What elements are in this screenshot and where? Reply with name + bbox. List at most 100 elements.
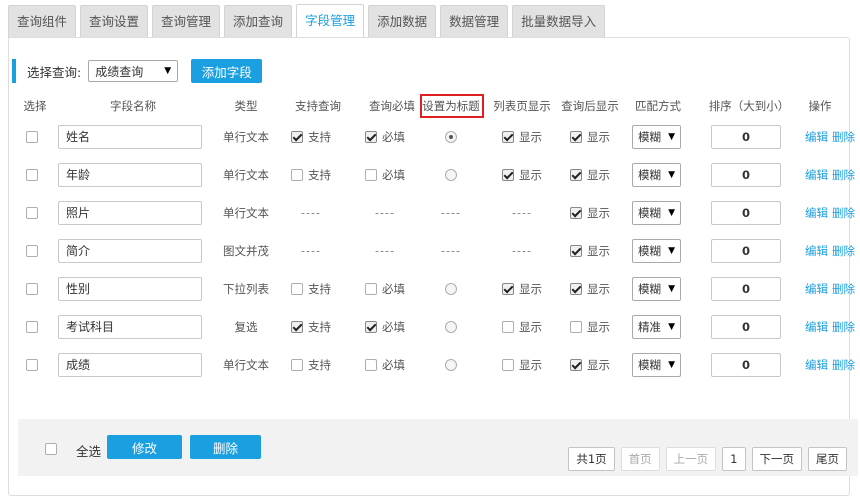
list-display-checkbox[interactable] [502, 359, 514, 371]
match-mode-select[interactable]: 模糊 ▼ [632, 201, 681, 225]
query-required-checkbox[interactable] [365, 283, 377, 295]
list-display-checkbox[interactable] [502, 283, 514, 295]
after-query-display-checkbox[interactable] [570, 131, 582, 143]
sort-order-input[interactable]: 0 [711, 239, 781, 263]
support-query-option[interactable]: 支持 [291, 319, 331, 335]
query-select[interactable]: 成绩查询 ▼ [88, 60, 179, 82]
support-query-checkbox[interactable] [291, 169, 303, 181]
delete-link[interactable]: 删除 [832, 167, 855, 183]
after-query-display-checkbox[interactable] [570, 245, 582, 257]
match-mode-select[interactable]: 精准 ▼ [632, 315, 681, 339]
delete-link[interactable]: 删除 [832, 281, 855, 297]
first-page-button[interactable]: 首页 [620, 447, 660, 471]
sort-order-input[interactable]: 0 [711, 277, 781, 301]
edit-link[interactable]: 编辑 [805, 357, 828, 373]
after-query-display-checkbox[interactable] [570, 283, 582, 295]
after-query-display-checkbox[interactable] [570, 359, 582, 371]
tab-5[interactable]: 添加数据 [368, 5, 437, 38]
after-query-display-option[interactable]: 显示 [570, 319, 610, 335]
tab-7[interactable]: 批量数据导入 [512, 5, 606, 38]
row-select-checkbox[interactable] [26, 169, 38, 181]
support-query-checkbox[interactable] [291, 359, 303, 371]
row-select-checkbox[interactable] [26, 359, 38, 371]
tab-2[interactable]: 查询管理 [152, 5, 221, 38]
list-display-option[interactable]: 显示 [502, 357, 542, 373]
last-page-button[interactable]: 尾页 [808, 447, 847, 471]
row-select-checkbox[interactable] [26, 321, 38, 333]
sort-order-input[interactable]: 0 [711, 353, 781, 377]
query-required-checkbox[interactable] [365, 131, 377, 143]
query-required-checkbox[interactable] [365, 359, 377, 371]
field-name-input[interactable]: 照片 [58, 201, 202, 225]
list-display-checkbox[interactable] [502, 321, 514, 333]
tab-0[interactable]: 查询组件 [8, 5, 77, 38]
tab-3[interactable]: 添加查询 [224, 5, 293, 38]
set-title-radio[interactable] [445, 321, 457, 333]
edit-link[interactable]: 编辑 [805, 319, 828, 335]
query-required-option[interactable]: 必填 [365, 167, 405, 183]
row-select-checkbox[interactable] [26, 283, 38, 295]
row-select-checkbox[interactable] [26, 207, 38, 219]
match-mode-select[interactable]: 模糊 ▼ [632, 163, 681, 187]
support-query-checkbox[interactable] [291, 131, 303, 143]
after-query-display-option[interactable]: 显示 [570, 281, 610, 297]
field-name-input[interactable]: 年龄 [58, 163, 202, 187]
field-name-input[interactable]: 性别 [58, 277, 202, 301]
prev-page-button[interactable]: 上一页 [665, 447, 717, 471]
tab-1[interactable]: 查询设置 [80, 5, 149, 38]
field-name-input[interactable]: 姓名 [58, 125, 202, 149]
field-name-input[interactable]: 简介 [58, 239, 202, 263]
edit-link[interactable]: 编辑 [805, 205, 828, 221]
delete-link[interactable]: 删除 [832, 129, 855, 145]
delete-link[interactable]: 删除 [832, 319, 855, 335]
list-display-checkbox[interactable] [502, 131, 514, 143]
set-title-radio[interactable] [445, 131, 457, 143]
current-page[interactable]: 1 [722, 447, 746, 471]
support-query-option[interactable]: 支持 [291, 167, 331, 183]
support-query-option[interactable]: 支持 [291, 281, 331, 297]
field-name-input[interactable]: 考试科目 [58, 315, 202, 339]
query-required-checkbox[interactable] [365, 169, 377, 181]
edit-link[interactable]: 编辑 [805, 281, 828, 297]
after-query-display-option[interactable]: 显示 [570, 167, 610, 183]
after-query-display-option[interactable]: 显示 [570, 243, 610, 259]
after-query-display-checkbox[interactable] [570, 169, 582, 181]
modify-button[interactable]: 修改 [107, 435, 182, 459]
row-select-checkbox[interactable] [26, 245, 38, 257]
query-required-checkbox[interactable] [365, 321, 377, 333]
list-display-option[interactable]: 显示 [502, 129, 542, 145]
tab-4[interactable]: 字段管理 [296, 4, 365, 38]
sort-order-input[interactable]: 0 [711, 315, 781, 339]
after-query-display-option[interactable]: 显示 [570, 357, 610, 373]
list-display-option[interactable]: 显示 [502, 281, 542, 297]
query-required-option[interactable]: 必填 [365, 357, 405, 373]
set-title-radio[interactable] [445, 169, 457, 181]
edit-link[interactable]: 编辑 [805, 129, 828, 145]
list-display-checkbox[interactable] [502, 169, 514, 181]
support-query-option[interactable]: 支持 [291, 129, 331, 145]
field-name-input[interactable]: 成绩 [58, 353, 202, 377]
support-query-option[interactable]: 支持 [291, 357, 331, 373]
sort-order-input[interactable]: 0 [711, 125, 781, 149]
list-display-option[interactable]: 显示 [502, 167, 542, 183]
sort-order-input[interactable]: 0 [711, 201, 781, 225]
after-query-display-option[interactable]: 显示 [570, 129, 610, 145]
after-query-display-checkbox[interactable] [570, 207, 582, 219]
sort-order-input[interactable]: 0 [711, 163, 781, 187]
select-all-checkbox[interactable] [45, 443, 57, 455]
match-mode-select[interactable]: 模糊 ▼ [632, 277, 681, 301]
delete-link[interactable]: 删除 [832, 357, 855, 373]
after-query-display-option[interactable]: 显示 [570, 205, 610, 221]
bulk-delete-button[interactable]: 删除 [190, 435, 261, 459]
query-required-option[interactable]: 必填 [365, 129, 405, 145]
next-page-button[interactable]: 下一页 [751, 447, 802, 471]
row-select-checkbox[interactable] [26, 131, 38, 143]
set-title-radio[interactable] [445, 359, 457, 371]
delete-link[interactable]: 删除 [832, 243, 855, 259]
tab-6[interactable]: 数据管理 [440, 5, 509, 38]
edit-link[interactable]: 编辑 [805, 243, 828, 259]
query-required-option[interactable]: 必填 [365, 319, 405, 335]
query-required-option[interactable]: 必填 [365, 281, 405, 297]
delete-link[interactable]: 删除 [832, 205, 855, 221]
after-query-display-checkbox[interactable] [570, 321, 582, 333]
